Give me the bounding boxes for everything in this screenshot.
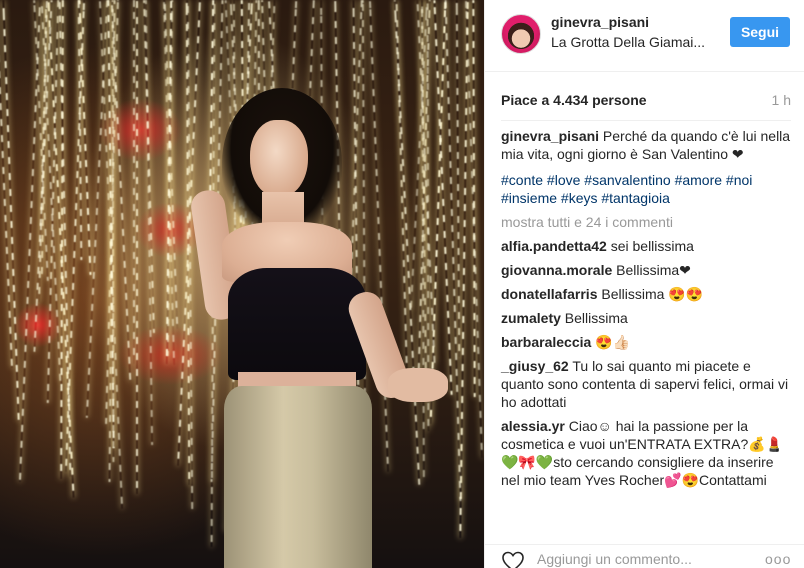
likes-count[interactable]: Piace a 4.434 persone	[501, 92, 647, 108]
comment-footer: Aggiungi un commento... ooo	[485, 544, 804, 568]
woman-skirt	[224, 386, 372, 568]
comment-text: Bellissima 😍😍	[597, 286, 704, 302]
woman-face	[250, 120, 308, 198]
comment: donatellafarris Bellissima 😍😍	[501, 285, 793, 303]
comment-text: Bellissima	[560, 310, 628, 326]
caption-user[interactable]: ginevra_pisani	[501, 128, 599, 144]
light-strand	[393, 0, 421, 485]
caption: ginevra_pisani Perché da quando c'è lui …	[501, 127, 793, 163]
post-photo[interactable]	[0, 0, 484, 568]
light-strand	[455, 0, 461, 358]
post-sidebar: ginevra_pisani La Grotta Della Giamai...…	[484, 0, 804, 568]
comment: giovanna.morale Bellissima❤	[501, 261, 793, 279]
comment-user[interactable]: alessia.yr	[501, 418, 565, 434]
comment: barbaraleccia 😍👍🏻	[501, 333, 793, 351]
light-strand	[85, 0, 109, 418]
light-strand	[136, 0, 138, 494]
comment: alessia.yr Ciao☺ hai la passione per la …	[501, 417, 793, 489]
avatar[interactable]	[501, 14, 541, 54]
location-link[interactable]: La Grotta Della Giamai...	[551, 34, 705, 50]
comment: alfia.pandetta42 sei bellissima	[501, 237, 793, 255]
comment: _giusy_62 Tu lo sai quanto mi piacete e …	[501, 357, 793, 411]
heart-icon[interactable]	[501, 550, 525, 568]
light-strand	[368, 0, 390, 472]
username-link[interactable]: ginevra_pisani	[551, 14, 649, 30]
light-strand	[133, 0, 135, 364]
divider	[501, 120, 791, 121]
light-strand	[18, 0, 42, 482]
post-header: ginevra_pisani La Grotta Della Giamai...…	[485, 0, 804, 72]
comment-user[interactable]: alfia.pandetta42	[501, 238, 607, 254]
view-all-comments-link[interactable]: mostra tutti e 24 i commenti	[501, 213, 793, 231]
post-time: 1 h	[771, 92, 791, 108]
comment-user[interactable]: barbaraleccia	[501, 334, 591, 350]
add-comment-input[interactable]: Aggiungi un commento...	[537, 551, 692, 567]
comment-user[interactable]: donatellafarris	[501, 286, 597, 302]
woman-hand	[388, 368, 448, 402]
comment-user[interactable]: giovanna.morale	[501, 262, 612, 278]
comment-user[interactable]: _giusy_62	[501, 358, 569, 374]
comments-list: ginevra_pisani Perché da quando c'è lui …	[501, 127, 793, 495]
woman-top	[228, 268, 366, 380]
light-strand	[144, 0, 154, 445]
follow-button[interactable]: Segui	[730, 17, 790, 47]
likes-row: Piace a 4.434 persone 1 h	[501, 92, 791, 112]
comment-text: 😍👍🏻	[591, 334, 631, 350]
comment: zumalety Bellissima	[501, 309, 793, 327]
comment-user[interactable]: zumalety	[501, 310, 561, 326]
more-options-icon[interactable]: ooo	[765, 551, 791, 567]
comment-text: Bellissima❤	[612, 262, 691, 278]
hashtags[interactable]: #conte #love #sanvalentino #amore #noi #…	[501, 171, 793, 207]
comment-text: sei bellissima	[606, 238, 694, 254]
